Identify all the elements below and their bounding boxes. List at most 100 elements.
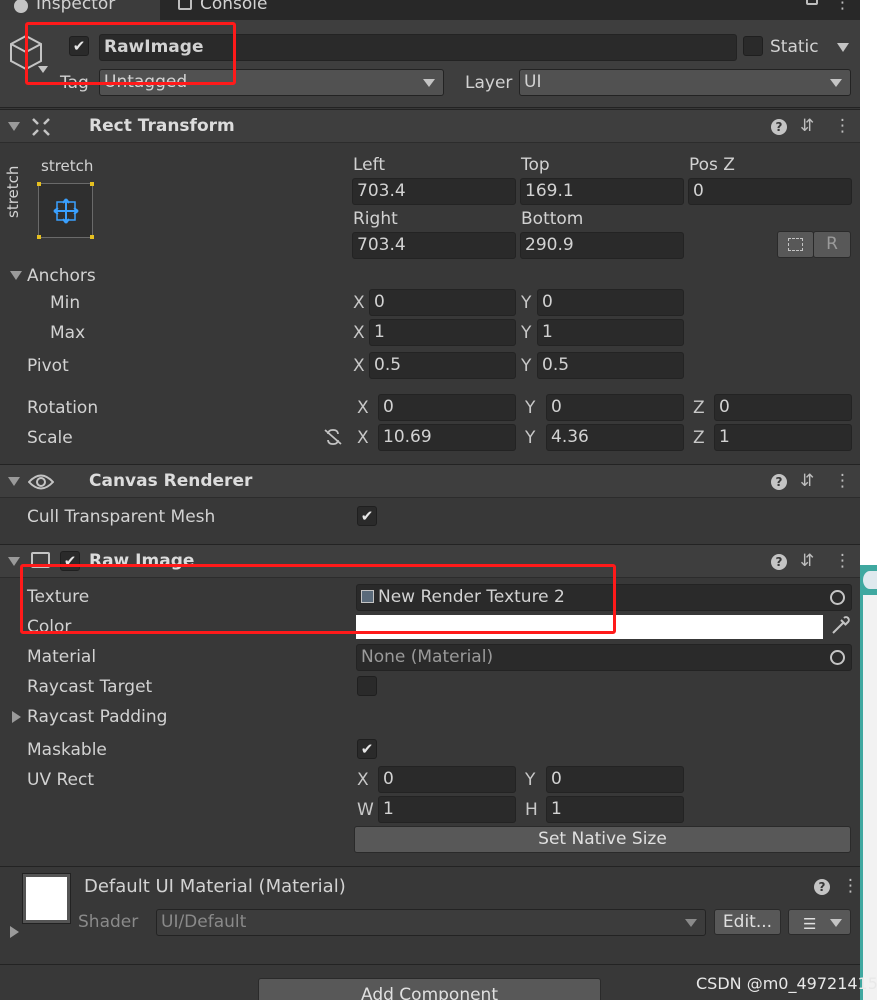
background-window-edge [860, 565, 877, 1000]
pivot-y-input[interactable]: 0.5 [537, 352, 684, 379]
raw-edit-label: R [826, 234, 838, 254]
rot-y-axis-label: Y [525, 398, 536, 418]
static-dropdown-icon[interactable] [837, 43, 849, 52]
raycast-target-checkbox[interactable] [357, 676, 377, 696]
scale-x-axis-label: X [357, 428, 369, 448]
anchor-preset-button[interactable] [37, 182, 94, 239]
rotation-label: Rotation [27, 398, 99, 418]
shader-dropdown[interactable]: UI/Default [156, 909, 706, 936]
highlight-box-texture [20, 564, 616, 634]
anchors-foldout-icon[interactable] [10, 271, 22, 280]
tag-dropdown-arrow-icon [423, 79, 435, 87]
bottom-label: Bottom [521, 209, 584, 229]
presets-icon[interactable]: ⇵ [800, 471, 814, 491]
object-picker-icon[interactable] [830, 590, 845, 605]
maskable-label: Maskable [27, 740, 107, 760]
add-component-button[interactable]: Add Component [258, 978, 601, 1000]
material-preview-box[interactable] [22, 873, 71, 924]
posz-label: Pos Z [689, 155, 735, 175]
uv-x-input[interactable]: 0 [378, 766, 516, 793]
uv-h-input[interactable]: 1 [546, 796, 684, 823]
eyedropper-icon[interactable] [829, 615, 851, 637]
constrain-proportions-icon[interactable] [323, 428, 343, 446]
anchor-max-y-input[interactable]: 1 [537, 319, 684, 346]
cull-transparent-mesh-checkbox[interactable]: ✔ [357, 506, 377, 526]
material-preview-swatch [26, 877, 67, 920]
pivot-label: Pivot [27, 356, 69, 376]
anchor-corner-br [90, 235, 94, 239]
shader-dropdown-arrow-icon [685, 919, 697, 927]
canvas-renderer-foldout-icon[interactable] [8, 477, 20, 486]
material-menu-icon[interactable]: ⋮ [842, 876, 859, 896]
posz-input[interactable]: 0 [688, 178, 852, 205]
rotation-x-input[interactable]: 0 [378, 394, 516, 421]
stretch-arrows-icon [53, 198, 79, 224]
layer-dropdown[interactable]: UI [519, 69, 851, 96]
uv-y-input[interactable]: 0 [546, 766, 684, 793]
scale-z-input[interactable]: 1 [714, 424, 852, 451]
object-picker-icon[interactable] [830, 650, 845, 665]
right-input[interactable]: 703.4 [352, 232, 516, 259]
layer-label: Layer [465, 73, 513, 93]
lock-icon[interactable] [806, 0, 818, 5]
scale-x-input[interactable]: 10.69 [378, 424, 516, 451]
raycast-padding-foldout-icon[interactable] [12, 711, 21, 723]
rotation-z-input[interactable]: 0 [714, 394, 852, 421]
tab-inspector[interactable]: Inspector [0, 0, 160, 20]
pivot-x-input[interactable]: 0.5 [369, 352, 516, 379]
scale-y-input[interactable]: 4.36 [546, 424, 684, 451]
min-x-axis-label: X [353, 293, 365, 313]
avatar [863, 571, 877, 589]
rect-transform-header[interactable]: Rect Transform ? ⇵ ⋮ [0, 109, 860, 143]
anchor-corner-tl [37, 182, 41, 186]
help-icon[interactable]: ? [771, 474, 787, 490]
shader-options-arrow-icon [830, 919, 842, 927]
uv-w-input[interactable]: 1 [378, 796, 516, 823]
inspector-panel: Inspector Console ⋮ ✔ RawImage Static Ta… [0, 0, 860, 1000]
bottom-input[interactable]: 290.9 [520, 232, 684, 259]
help-icon[interactable]: ? [814, 879, 830, 895]
max-y-axis-label: Y [521, 323, 532, 343]
rect-transform-foldout-icon[interactable] [8, 122, 20, 131]
shader-edit-button[interactable]: Edit... [714, 909, 781, 935]
help-icon[interactable]: ? [771, 119, 787, 135]
top-input[interactable]: 169.1 [520, 178, 684, 205]
scale-z-axis-label: Z [693, 428, 705, 448]
raycast-padding-label[interactable]: Raycast Padding [27, 706, 167, 728]
component-menu-icon[interactable]: ⋮ [834, 471, 851, 491]
uv-h-axis-label: H [525, 800, 538, 820]
anchor-max-x-input[interactable]: 1 [369, 319, 516, 346]
canvas-renderer-header[interactable]: Canvas Renderer ? ⇵ ⋮ [0, 464, 860, 498]
maskable-checkbox[interactable]: ✔ [357, 739, 377, 759]
presets-icon[interactable]: ⇵ [800, 116, 814, 136]
shader-options-button[interactable]: ☰ [788, 909, 851, 935]
static-checkbox[interactable] [743, 36, 763, 56]
raw-edit-mode-button[interactable]: R [813, 231, 851, 258]
rotation-y-input[interactable]: 0 [546, 394, 684, 421]
component-menu-icon[interactable]: ⋮ [834, 116, 851, 136]
material-foldout-icon[interactable] [10, 926, 19, 938]
tab-inspector-label: Inspector [36, 0, 116, 14]
raw-image-foldout-icon[interactable] [8, 557, 20, 566]
tab-console[interactable]: Console [175, 0, 295, 20]
cull-transparent-mesh-label: Cull Transparent Mesh [27, 507, 216, 527]
more-icon[interactable]: ⋮ [834, 0, 851, 13]
top-label: Top [521, 155, 550, 175]
anchor-corner-tr [90, 182, 94, 186]
layer-dropdown-arrow-icon [830, 79, 842, 87]
set-native-size-button[interactable]: Set Native Size [354, 826, 851, 853]
highlight-box-name [25, 22, 236, 85]
anchor-preset-h-label: stretch [41, 157, 94, 175]
blueprint-mode-button[interactable] [777, 231, 814, 258]
component-menu-icon[interactable]: ⋮ [834, 551, 851, 571]
uv-w-axis-label: W [357, 800, 374, 820]
left-input[interactable]: 703.4 [352, 178, 516, 205]
material-object-field[interactable]: None (Material) [356, 644, 852, 671]
help-icon[interactable]: ? [771, 554, 787, 570]
presets-icon[interactable]: ⇵ [800, 551, 814, 571]
anchor-min-y-input[interactable]: 0 [537, 289, 684, 316]
anchor-preset-v-label: stretch [4, 165, 22, 218]
shader-value: UI/Default [161, 912, 247, 932]
static-label: Static [770, 37, 819, 57]
anchor-min-x-input[interactable]: 0 [369, 289, 516, 316]
